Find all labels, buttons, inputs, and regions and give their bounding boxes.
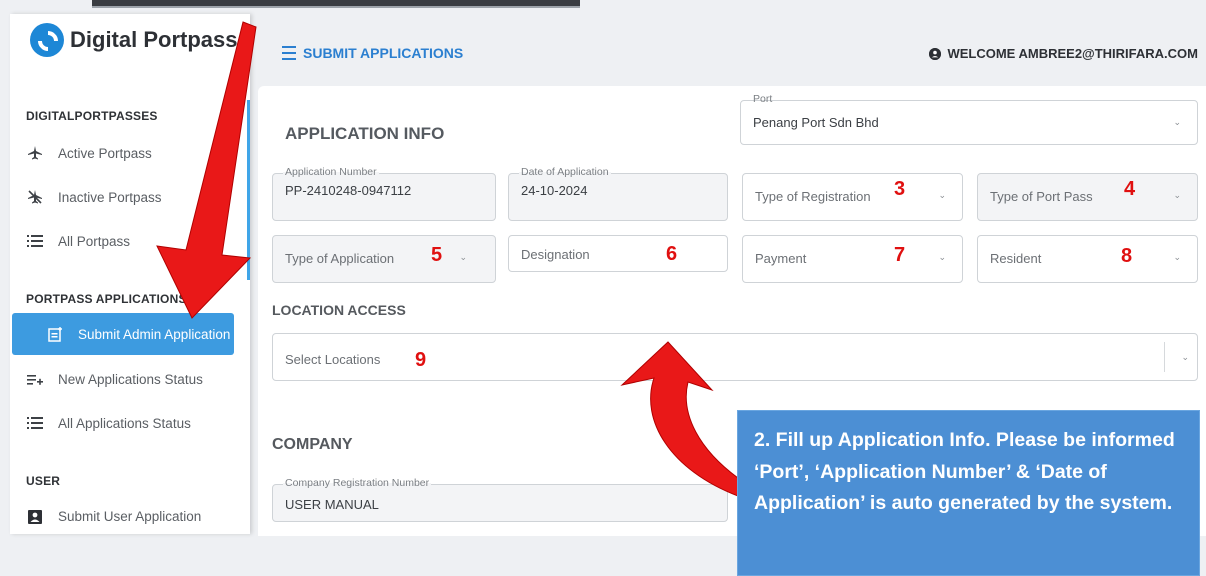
curved-up-arrow: [620, 341, 739, 497]
instruction-callout: 2. Fill up Application Info. Please be i…: [737, 410, 1200, 576]
down-arrow: [156, 21, 257, 319]
screenshot-frame: Digital Portpass DIGITALPORTPASSES Activ…: [0, 0, 1206, 576]
